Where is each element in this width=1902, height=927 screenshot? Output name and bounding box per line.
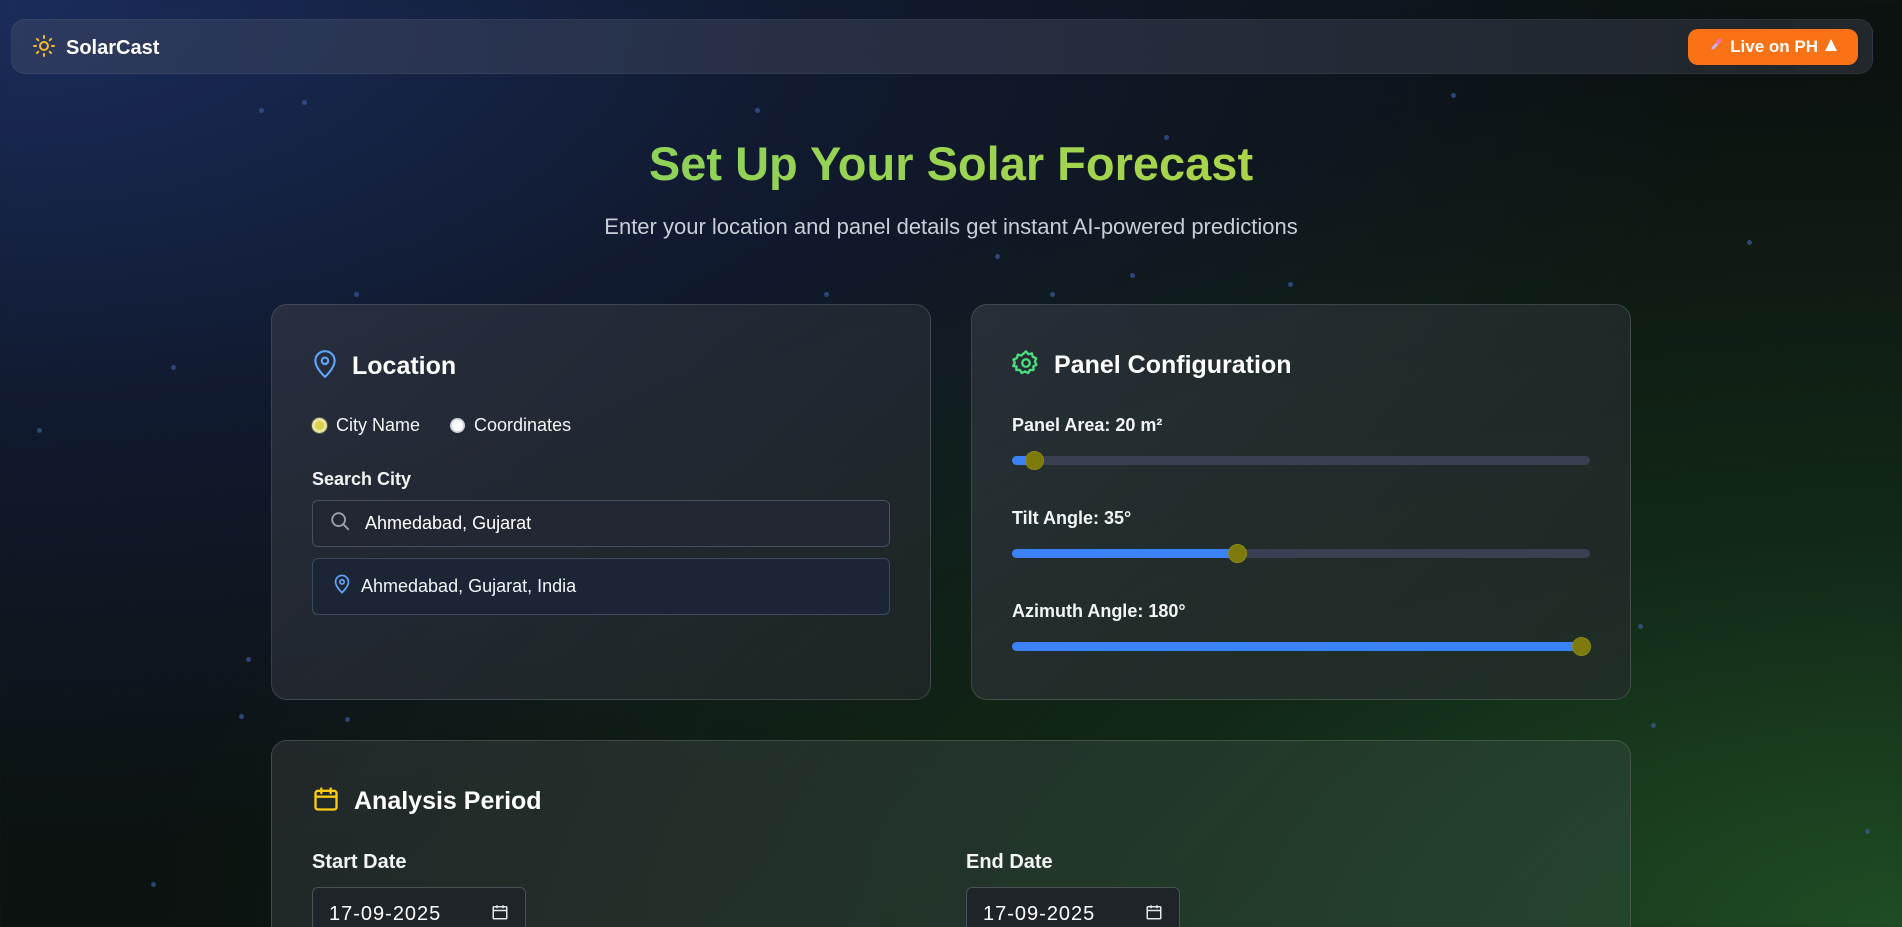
search-icon [329, 510, 351, 537]
tilt-angle-fill [1012, 549, 1238, 558]
tilt-angle-thumb[interactable] [1228, 544, 1248, 563]
map-pin-icon [312, 349, 338, 384]
gear-icon [1012, 349, 1040, 382]
radio-city-name[interactable]: City Name [312, 415, 420, 436]
location-card-header: Location [312, 349, 456, 384]
search-city-label: Search City [312, 469, 412, 489]
panel-config-header: Panel Configuration [1012, 349, 1292, 382]
triangle-up-icon [1824, 37, 1838, 57]
azimuth-angle-label: Azimuth Angle: 180° [1012, 601, 1186, 621]
page-subtitle: Enter your location and panel details ge… [604, 214, 1298, 239]
brand[interactable]: SolarCast [32, 34, 159, 63]
panel-config-title: Panel Configuration [1054, 351, 1292, 379]
page-title: Set Up Your Solar Forecast [0, 136, 1902, 191]
azimuth-angle-thumb[interactable] [1572, 637, 1591, 656]
radio-city-dot[interactable] [312, 418, 327, 433]
city-suggestion-item[interactable]: Ahmedabad, Gujarat, India [312, 558, 890, 615]
end-date-input[interactable]: 17-09-2025 [966, 887, 1180, 927]
location-card-title: Location [352, 352, 457, 380]
start-date-value: 17-09-2025 [329, 903, 442, 925]
live-on-ph-button[interactable]: Live on PH [1688, 29, 1858, 65]
location-mode-radios: City Name Coordinates [312, 415, 571, 436]
radio-city-label: City Name [336, 415, 421, 435]
location-card: Location City Name Coordinates Search Ci… [271, 304, 931, 700]
analysis-period-card: Analysis Period Start Date 17-09-2025 En… [271, 740, 1631, 927]
map-pin-icon [333, 574, 351, 599]
calendar-picker-icon[interactable] [491, 903, 509, 927]
analysis-period-header: Analysis Period [312, 785, 542, 818]
tilt-angle-slider[interactable] [1012, 544, 1590, 563]
tilt-angle-label: Tilt Angle: 35° [1012, 508, 1132, 528]
start-date-input[interactable]: 17-09-2025 [312, 887, 526, 927]
analysis-period-title: Analysis Period [354, 787, 542, 815]
azimuth-angle-slider[interactable] [1012, 637, 1591, 656]
azimuth-angle-fill [1012, 642, 1581, 651]
rocket-icon [1708, 37, 1724, 58]
start-date-label: Start Date [312, 851, 407, 873]
end-date-label: End Date [966, 851, 1053, 873]
calendar-icon [312, 785, 340, 818]
search-city-field[interactable] [312, 500, 890, 547]
live-on-ph-label: Live on PH [1730, 37, 1818, 56]
calendar-picker-icon[interactable] [1145, 903, 1163, 927]
radio-coordinates-dot[interactable] [450, 418, 466, 433]
radio-coordinates[interactable]: Coordinates [450, 415, 571, 436]
top-navbar: SolarCast Live on PH [11, 19, 1873, 74]
panel-area-label: Panel Area: 20 m² [1012, 415, 1163, 435]
brand-name: SolarCast [66, 37, 160, 59]
end-date-value: 17-09-2025 [983, 903, 1096, 925]
sun-icon [32, 34, 56, 63]
panel-area-thumb[interactable] [1025, 451, 1044, 470]
panel-area-slider[interactable] [1012, 451, 1590, 470]
radio-coordinates-label: Coordinates [474, 415, 572, 435]
panel-config-card: Panel Configuration Panel Area: 20 m² Ti… [971, 304, 1631, 700]
city-suggestion-label: Ahmedabad, Gujarat, India [361, 576, 577, 596]
search-city-input[interactable] [365, 513, 845, 534]
